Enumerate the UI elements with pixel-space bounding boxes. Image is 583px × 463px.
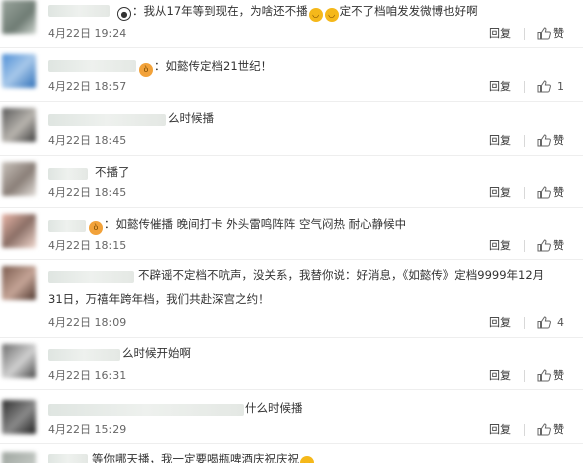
comment-item: 不辟谣不定档不吭声，没关系，我替你说：好消息，《如懿传》定档9999年12月 3…	[0, 260, 583, 338]
divider	[524, 317, 525, 329]
reply-button[interactable]: 回复	[489, 315, 511, 331]
comment-item: 不播了 4月22日 18:45 回复 赞	[0, 156, 583, 208]
username-blurred[interactable]	[48, 271, 134, 283]
username-blurred[interactable]	[48, 5, 110, 17]
username-blurred[interactable]	[48, 404, 244, 416]
comment-time: 4月22日 19:24	[48, 27, 127, 40]
username-blurred[interactable]	[48, 60, 136, 72]
comment-text: ò ：如懿传催播 晚间打卡 外头雷鸣阵阵 空气闷热 耐心静候中	[88, 214, 406, 235]
comment-time: 4月22日 18:57	[48, 80, 127, 93]
comment-text: 么时候播	[168, 111, 214, 125]
comment-item: 么时候开始啊 4月22日 16:31 回复 赞	[0, 338, 583, 390]
reply-button[interactable]: 回复	[489, 238, 511, 254]
like-button[interactable]: 赞	[537, 422, 564, 438]
avatar[interactable]	[2, 162, 36, 196]
like-button[interactable]: 赞	[537, 368, 564, 384]
avatar[interactable]	[2, 214, 36, 248]
thumbs-up-icon	[537, 423, 551, 436]
laugh-cry-icon: ◡	[300, 456, 314, 463]
comment-text: 什么时候播	[245, 401, 303, 415]
avatar[interactable]	[2, 266, 36, 300]
like-count: 赞	[553, 186, 564, 199]
thumbs-up-icon	[537, 369, 551, 382]
divider	[524, 28, 525, 40]
username-blurred[interactable]	[48, 168, 88, 180]
thumbs-up-icon	[537, 239, 551, 252]
like-button[interactable]: 4	[537, 315, 564, 331]
avatar[interactable]	[2, 452, 36, 463]
divider	[524, 370, 525, 382]
reply-button[interactable]: 回复	[489, 79, 511, 95]
reply-button[interactable]: 回复	[489, 185, 511, 201]
reply-button[interactable]: 回复	[489, 422, 511, 438]
thumbs-up-icon	[537, 134, 551, 147]
comment-time: 4月22日 16:31	[48, 369, 127, 382]
avatar[interactable]	[2, 54, 36, 88]
avatar[interactable]	[2, 400, 36, 434]
comment-item: ● ：我从17年等到现在，为啥还不播 ◡ ◡ 定不了档咱发发微博也好啊 4月22日 19…	[0, 0, 583, 48]
like-button[interactable]: 赞	[537, 26, 564, 42]
comment-time: 4月22日 18:45	[48, 186, 127, 199]
username-blurred[interactable]	[48, 114, 166, 126]
angry-face-icon: ò	[89, 221, 103, 235]
like-button[interactable]: 赞	[537, 133, 564, 149]
comment-text: 等你哪天播，我一定要喝瓶啤酒庆祝庆祝 ◡	[92, 449, 315, 463]
reply-button[interactable]: 回复	[489, 133, 511, 149]
divider	[524, 135, 525, 147]
username-blurred[interactable]	[48, 220, 86, 232]
divider	[524, 187, 525, 199]
comment-text: 不辟谣不定档不吭声，没关系，我替你说：好消息，《如懿传》定档9999年12月	[138, 268, 545, 282]
thumbs-up-icon	[537, 80, 551, 93]
comment-item: 什么时候播 4月22日 15:29 回复 赞	[0, 390, 583, 444]
comment-time: 4月22日 18:09	[48, 316, 127, 329]
like-button[interactable]: 赞	[537, 185, 564, 201]
comment-item: 么时候播 4月22日 18:45 回复 赞	[0, 102, 583, 156]
like-count: 4	[557, 316, 564, 329]
comment-item: ò ：如懿传定档21世纪！ 4月22日 18:57 回复 1	[0, 48, 583, 102]
avatar[interactable]	[2, 108, 36, 142]
like-count: 赞	[553, 134, 564, 147]
comment-item: ò ：如懿传催播 晚间打卡 外头雷鸣阵阵 空气闷热 耐心静候中 4月22日 18:…	[0, 208, 583, 260]
comment-text-line2: 31日，万禧年跨年档，我们共赴深宫之约！	[48, 292, 270, 306]
reply-button[interactable]: 回复	[489, 368, 511, 384]
like-button[interactable]: 1	[537, 79, 564, 95]
username-blurred[interactable]	[48, 349, 120, 361]
divider	[524, 81, 525, 93]
comment-time: 4月22日 18:45	[48, 134, 127, 147]
like-count: 1	[557, 80, 564, 93]
like-count: 赞	[553, 27, 564, 40]
comment-text: 么时候开始啊	[122, 346, 191, 360]
reply-button[interactable]: 回复	[489, 26, 511, 42]
thumbs-up-icon	[537, 186, 551, 199]
thumbs-up-icon	[537, 27, 551, 40]
thumbs-up-icon	[537, 316, 551, 329]
username-blurred[interactable]	[48, 454, 88, 463]
angry-face-icon: ò	[139, 63, 153, 77]
comment-time: 4月22日 15:29	[48, 423, 127, 436]
like-count: 赞	[553, 369, 564, 382]
like-count: 赞	[553, 423, 564, 436]
comment-item: 等你哪天播，我一定要喝瓶啤酒庆祝庆祝 ◡	[0, 444, 583, 463]
like-count: 赞	[553, 239, 564, 252]
like-button[interactable]: 赞	[537, 238, 564, 254]
laugh-cry-icon: ◡	[324, 8, 339, 22]
divider	[524, 424, 525, 436]
comment-time: 4月22日 18:15	[48, 239, 127, 252]
avatar[interactable]	[2, 0, 36, 34]
comment-text: ● ：我从17年等到现在，为啥还不播 ◡ ◡ 定不了档咱发发微博也好啊	[116, 1, 478, 22]
divider	[524, 240, 525, 252]
avatar[interactable]	[2, 344, 36, 378]
comment-text: 不播了	[95, 165, 130, 179]
laugh-cry-icon: ◡	[308, 8, 323, 22]
comment-text: ò ：如懿传定档21世纪！	[138, 56, 272, 77]
panda-icon: ●	[117, 7, 131, 21]
